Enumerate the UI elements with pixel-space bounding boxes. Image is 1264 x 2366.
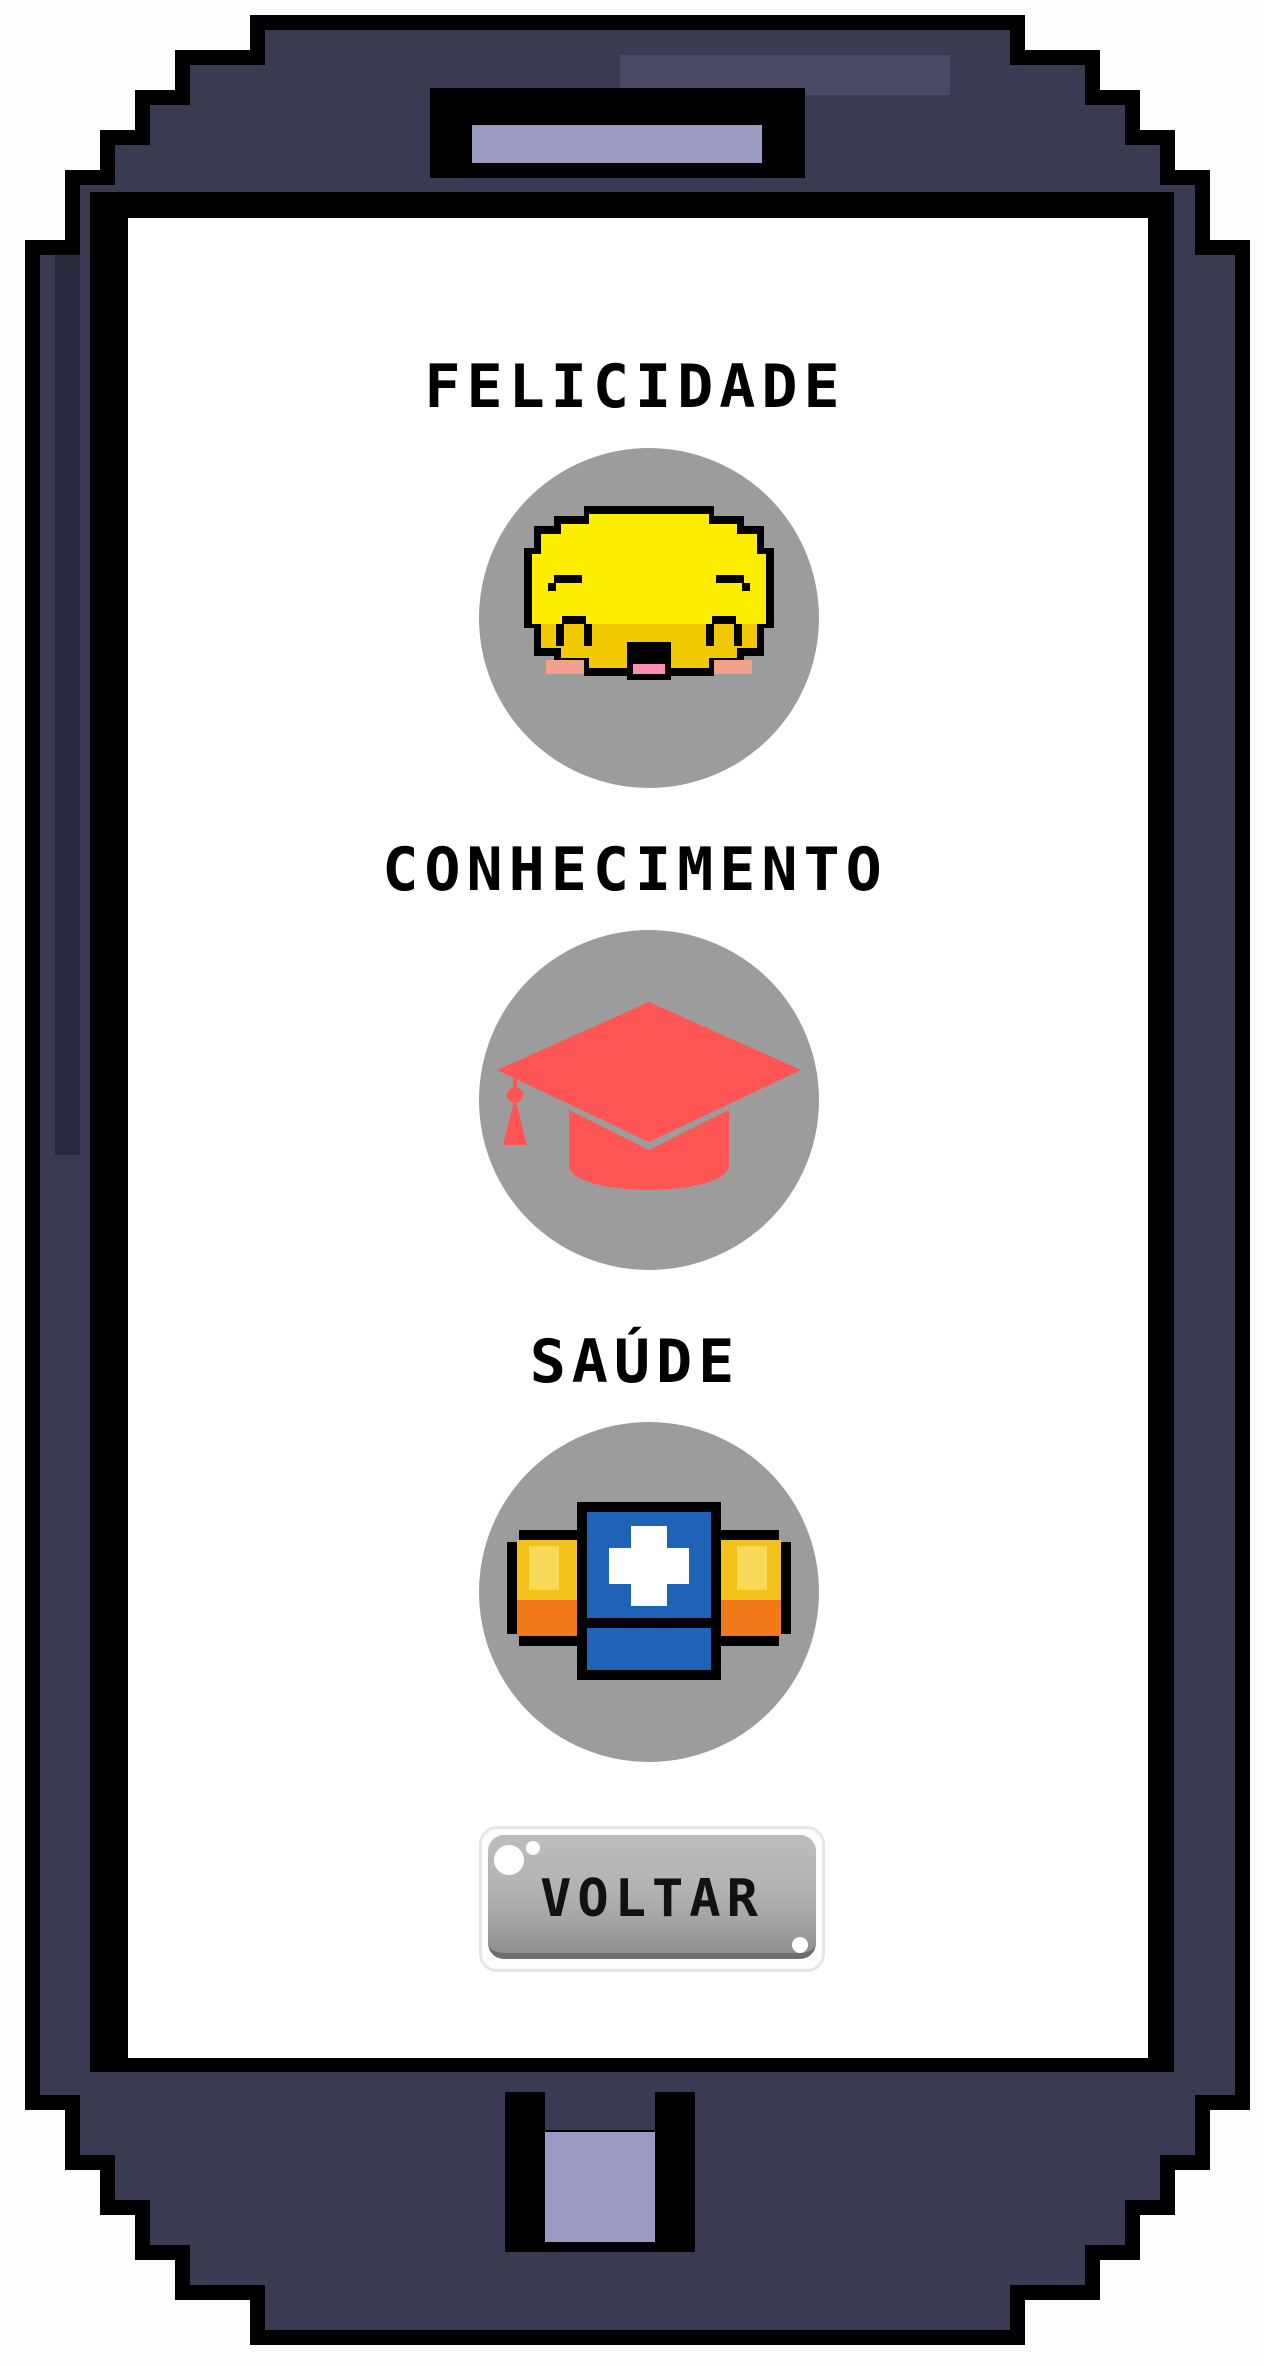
section-label-knowledge: CONHECIMENTO — [382, 835, 888, 905]
happiness-button[interactable] — [479, 448, 819, 788]
health-button[interactable] — [479, 1422, 819, 1762]
smiley-face-icon — [524, 506, 774, 680]
section-label-health: SAÚDE — [529, 1327, 741, 1397]
knowledge-button[interactable] — [479, 930, 819, 1270]
back-button[interactable]: VOLTAR — [479, 1826, 825, 1972]
medicine-capsule-icon — [507, 1502, 791, 1680]
section-label-happiness: FELICIDADE — [424, 352, 846, 422]
back-button-label: VOLTAR — [540, 1869, 764, 1929]
graduation-cap-icon — [497, 1002, 801, 1190]
